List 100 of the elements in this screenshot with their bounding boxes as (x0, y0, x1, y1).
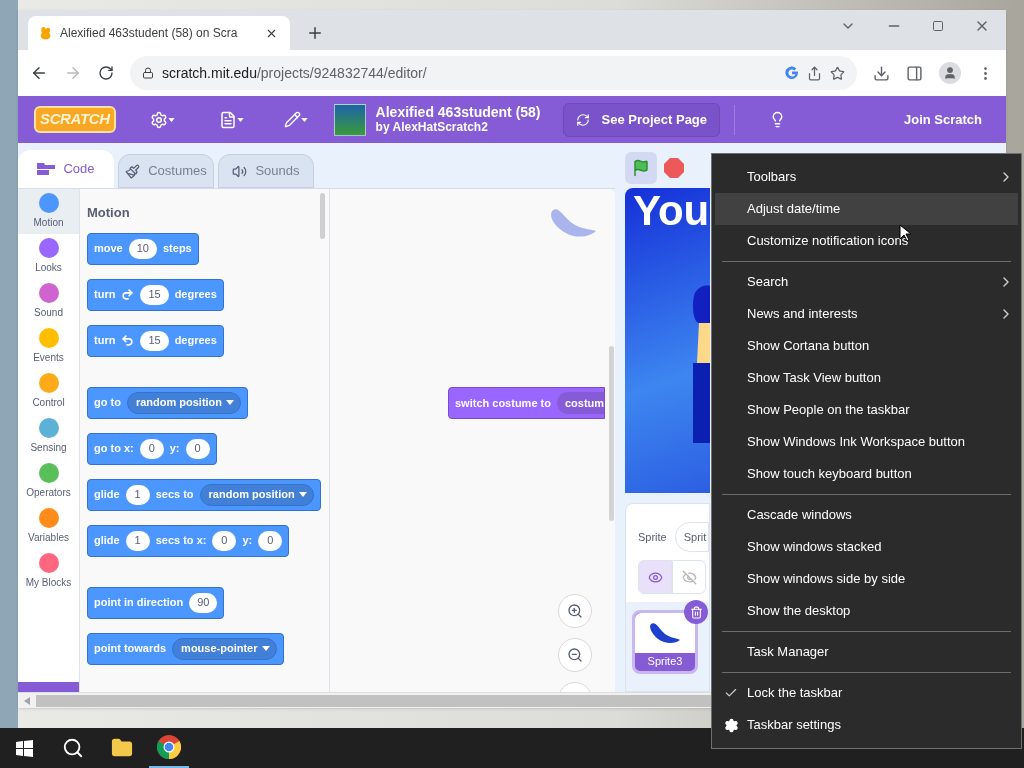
block-text: move (94, 241, 123, 257)
category-item[interactable]: Control (18, 369, 79, 414)
menu-item[interactable]: Show touch keyboard button (715, 458, 1018, 490)
menu-item[interactable]: News and interests (715, 298, 1018, 330)
category-item[interactable]: Variables (18, 504, 79, 549)
dropdown-input[interactable]: mouse-pointer (172, 637, 277, 660)
number-input[interactable]: 0 (139, 438, 164, 459)
number-input[interactable]: 1 (125, 484, 150, 505)
rotate-right-icon (121, 288, 135, 301)
rotate-left-icon (121, 334, 135, 347)
number-input[interactable]: 10 (128, 238, 157, 259)
number-input[interactable]: 1 (125, 530, 150, 551)
motion-block[interactable]: turn 15 degrees (87, 324, 224, 357)
editor-tab[interactable]: Code (18, 150, 114, 188)
menu-item[interactable]: Toolbars (715, 161, 1018, 193)
category-label: Control (32, 396, 65, 410)
zoom-out-button[interactable] (558, 638, 592, 672)
stop-icon[interactable] (663, 157, 685, 179)
menu-item[interactable]: Show Task View button (715, 362, 1018, 394)
motion-block[interactable]: glide 1 secs to random position (87, 478, 321, 511)
menu-item[interactable]: Show windows side by side (715, 563, 1018, 595)
reload-icon[interactable] (98, 65, 114, 81)
looks-block[interactable]: switch costume to costum (448, 387, 606, 419)
search-icon[interactable] (62, 737, 84, 759)
folder-icon[interactable] (111, 737, 133, 759)
category-item[interactable]: Sensing (18, 414, 79, 459)
block-text: y: (242, 533, 253, 549)
settings-icon[interactable] (149, 110, 168, 129)
sprite-tile[interactable]: Sprite3 (632, 610, 698, 674)
delete-sprite-button[interactable] (684, 600, 708, 624)
menu-item[interactable]: Customize notification icons (715, 225, 1018, 257)
menu-item[interactable]: Show Windows Ink Workspace button (715, 426, 1018, 458)
motion-block[interactable]: point in direction 90 (87, 586, 225, 619)
side-panel-icon[interactable] (906, 64, 923, 82)
download-icon[interactable] (873, 64, 890, 82)
block-text: point towards (94, 641, 167, 657)
category-item[interactable]: Motion (18, 189, 79, 234)
motion-block[interactable]: point towards mouse-pointer (87, 632, 284, 665)
motion-block[interactable]: go to x: 0 y: 0 (87, 432, 217, 465)
join-scratch-link[interactable]: Join Scratch (903, 109, 982, 130)
caret-icon (261, 646, 270, 651)
motion-block[interactable]: go to random position (87, 386, 249, 419)
menu-item[interactable]: Lock the taskbar (715, 677, 1018, 709)
share-icon[interactable] (807, 65, 822, 81)
file-menu-icon[interactable] (218, 110, 237, 129)
zoom-in-button[interactable] (558, 594, 592, 628)
tab-title: Alexified 463student (58) on Scra (60, 25, 239, 42)
dropdown-input[interactable]: random position (199, 483, 314, 506)
number-input[interactable]: 0 (212, 530, 237, 551)
dropdown-input[interactable]: random position (126, 391, 242, 414)
maximize-icon[interactable] (932, 20, 944, 32)
trash-icon (689, 605, 703, 619)
menu-item[interactable]: Search (715, 266, 1018, 298)
address-bar[interactable]: scratch.mit.edu/projects/924832744/editor/ (130, 56, 857, 90)
number-input[interactable]: 90 (189, 592, 218, 613)
menu-item[interactable]: Show People on the taskbar (715, 394, 1018, 426)
number-input[interactable]: 15 (140, 330, 169, 351)
settings-icon (723, 717, 739, 733)
windows-logo-icon[interactable] (16, 739, 33, 757)
category-item[interactable]: Looks (18, 234, 79, 279)
back-icon[interactable] (30, 64, 48, 82)
menu-item[interactable]: Show windows stacked (715, 531, 1018, 563)
profile-avatar[interactable] (939, 62, 961, 84)
lock-icon (142, 67, 154, 79)
google-g-icon[interactable] (785, 66, 799, 80)
motion-block[interactable]: glide 1 secs to x: 0 y: 0 (87, 524, 290, 557)
sprite-label: Sprite (638, 529, 667, 545)
category-item[interactable]: Sound (18, 279, 79, 324)
paintbrush-icon (125, 163, 141, 179)
block-text: turn (94, 333, 116, 349)
block-text: turn (94, 287, 116, 303)
menu-item[interactable]: Adjust date/time (715, 193, 1018, 225)
project-thumbnail (333, 103, 366, 136)
motion-block[interactable]: turn 15 degrees (87, 278, 224, 311)
dropdown-input[interactable]: costum (556, 392, 605, 414)
flag-button[interactable] (625, 152, 657, 184)
menu-item[interactable]: Task Manager (715, 636, 1018, 668)
new-tab-icon[interactable] (306, 24, 324, 42)
project-title: Alexified 463student (58) (375, 104, 541, 120)
menu-item[interactable]: Show Cortana button (715, 330, 1018, 362)
category-item[interactable]: Operators (18, 459, 79, 504)
see-project-page-button[interactable]: See Project Page (562, 102, 721, 137)
remix-icon (575, 112, 590, 127)
zoom-in-icon (567, 603, 583, 619)
star-icon[interactable] (830, 65, 845, 81)
number-input[interactable]: 0 (258, 530, 283, 551)
category-label: Looks (35, 261, 62, 275)
category-item[interactable]: Events (18, 324, 79, 369)
number-input[interactable]: 15 (140, 284, 169, 305)
menu-item[interactable]: Cascade windows (715, 499, 1018, 531)
browser-tab[interactable]: Alexified 463student (58) on Scra (28, 16, 290, 50)
motion-block[interactable]: move 10 steps (87, 232, 199, 265)
menu-item[interactable]: Taskbar settings (715, 709, 1018, 741)
menu-item[interactable]: Show the desktop (715, 595, 1018, 627)
show-sprite-button[interactable] (638, 560, 672, 594)
category-label: Sound (34, 306, 63, 320)
number-input[interactable]: 0 (185, 438, 210, 459)
category-item[interactable]: My Blocks (18, 549, 79, 594)
category-label: My Blocks (25, 576, 72, 590)
pencil-icon[interactable] (283, 111, 301, 128)
